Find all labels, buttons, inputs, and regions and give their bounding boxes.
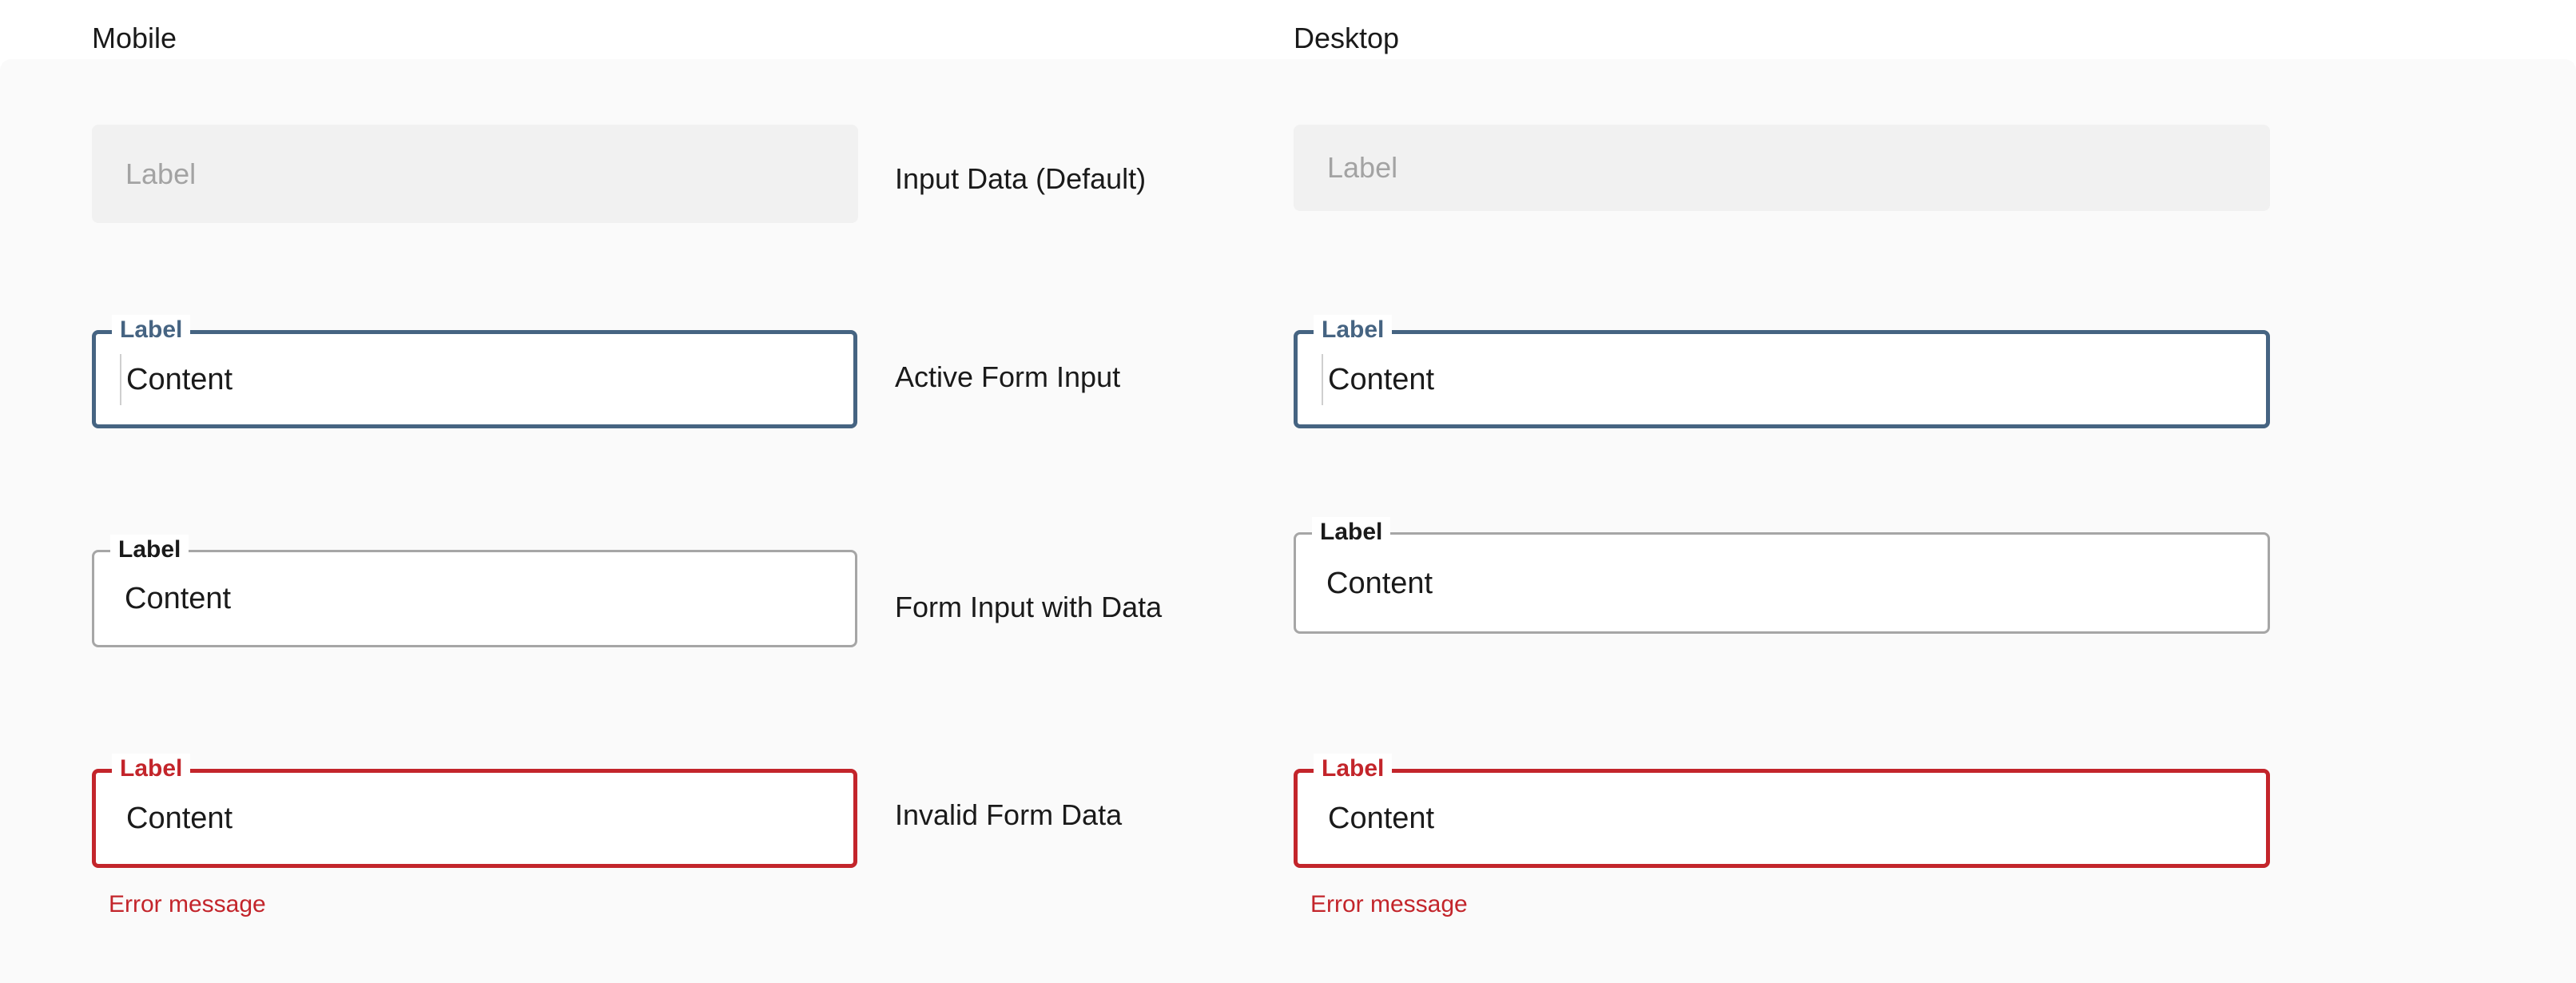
mobile-column-title: Mobile [92,22,177,54]
mobile-default-input[interactable]: Label [92,125,858,223]
mobile-filled-value: Content [125,582,232,615]
mobile-invalid-input[interactable]: Label Content [92,754,857,868]
mobile-error-message: Error message [109,891,266,917]
desktop-filled-input[interactable]: Label Content [1294,517,2270,634]
desktop-invalid-value: Content [1328,802,1435,835]
desktop-column-title: Desktop [1294,22,1400,54]
mobile-active-value: Content [126,362,233,396]
row-label-active: Active Form Input [895,360,1121,393]
row-label-invalid: Invalid Form Data [895,798,1123,831]
desktop-filled-label: Label [1312,517,1391,547]
mobile-default-placeholder: Label [125,157,197,190]
mobile-filled-label: Label [110,535,189,565]
desktop-default-input[interactable]: Label [1294,125,2270,211]
mobile-invalid-label: Label [112,754,191,784]
desktop-active-value: Content [1328,362,1435,396]
mobile-active-input[interactable]: Label Content [92,315,857,428]
mobile-filled-input[interactable]: Label Content [92,535,857,647]
mobile-active-label: Label [112,315,191,345]
text-caret [120,353,121,405]
desktop-error-message: Error message [1310,891,1468,917]
desktop-active-label: Label [1314,315,1393,345]
desktop-filled-value: Content [1326,566,1433,600]
row-label-filled: Form Input with Data [895,591,1163,623]
row-label-default: Input Data (Default) [895,162,1147,195]
desktop-active-input[interactable]: Label Content [1294,315,2270,428]
desktop-default-placeholder: Label [1327,151,1398,184]
mobile-invalid-value: Content [126,802,233,835]
text-caret [1322,353,1323,405]
desktop-invalid-input[interactable]: Label Content [1294,754,2270,868]
canvas: Mobile Desktop Label Input Data (Default… [0,0,2576,983]
desktop-invalid-label: Label [1314,754,1393,784]
